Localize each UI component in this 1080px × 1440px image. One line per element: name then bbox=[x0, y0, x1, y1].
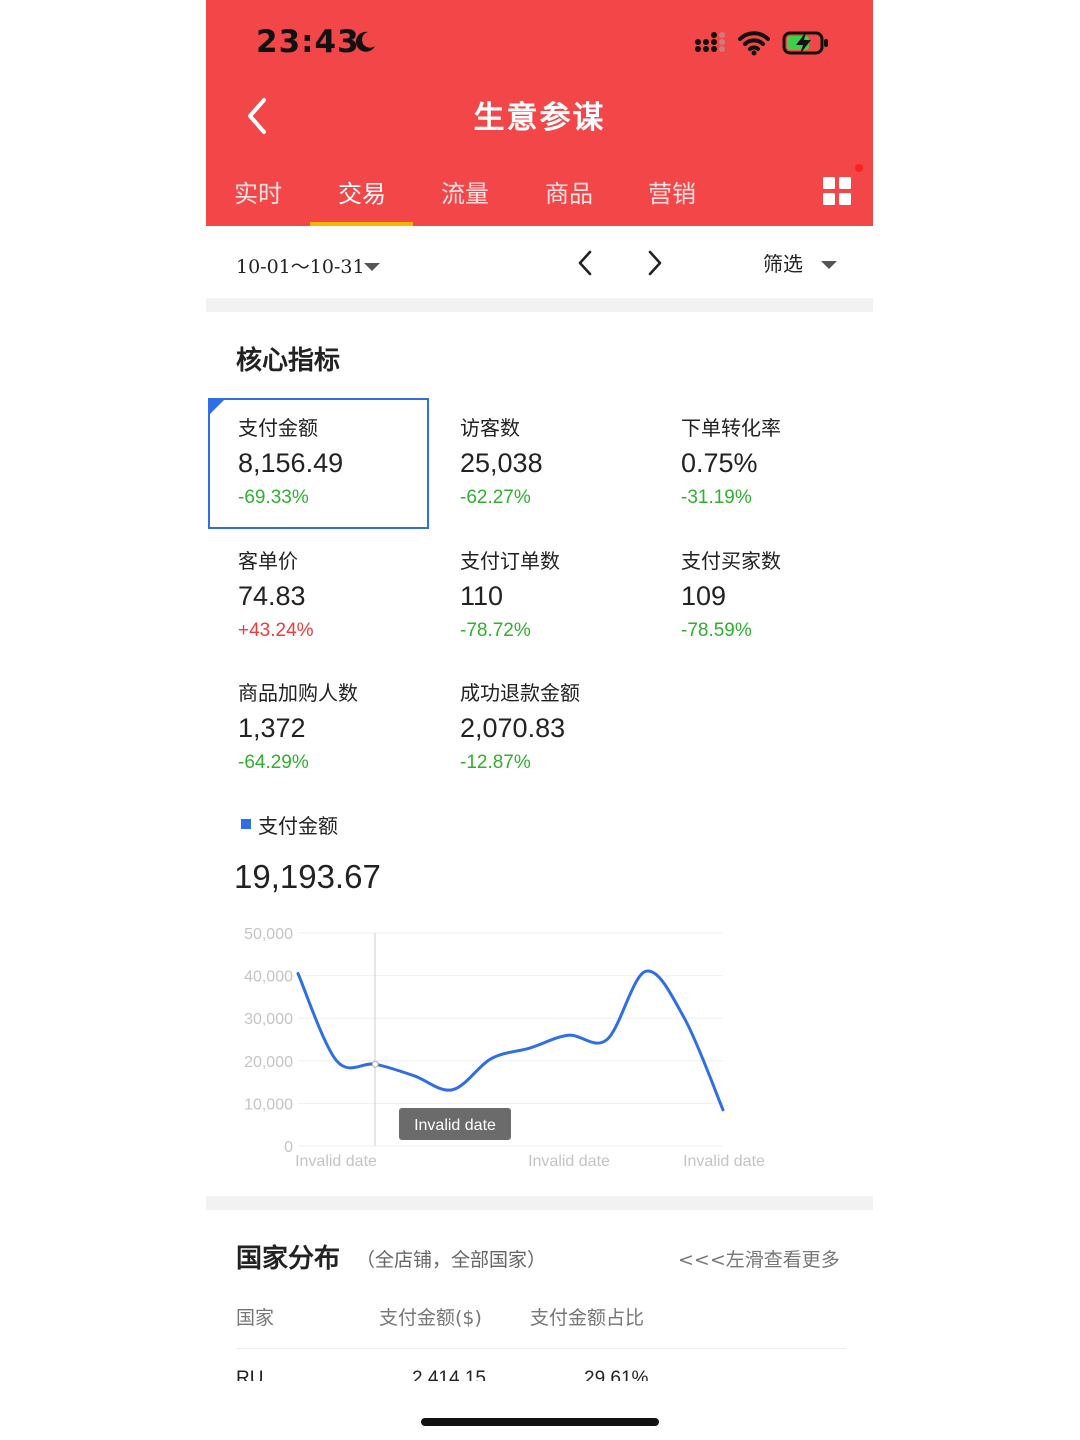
metric-label: 客单价 bbox=[238, 549, 298, 573]
signal-icon bbox=[695, 32, 725, 52]
metric-label: 支付金额 bbox=[238, 416, 318, 440]
page-title: 生意参谋 bbox=[473, 100, 606, 136]
data-point bbox=[490, 1058, 492, 1060]
swipe-more-hint[interactable]: <<<左滑查看更多 bbox=[678, 1245, 840, 1272]
metric-value: 25,038 bbox=[460, 448, 543, 478]
data-point bbox=[606, 1039, 608, 1040]
metric-value: 2,070.83 bbox=[460, 713, 566, 743]
metric-change: -78.59% bbox=[681, 620, 752, 641]
metric-card[interactable]: 支付订单数 110 -78.72% bbox=[460, 546, 670, 646]
x-tick-label: Invalid date bbox=[528, 1153, 610, 1170]
metric-change: -12.87% bbox=[460, 752, 531, 773]
date-filter-bar: 10-01～10-31 筛选 bbox=[206, 226, 873, 298]
metric-value: 0.75% bbox=[681, 448, 758, 478]
data-point bbox=[413, 1075, 415, 1077]
payment-line-chart[interactable]: 0 10,000 20,000 30,000 40,000 50,000 Invalid d… bbox=[206, 915, 873, 1185]
section-divider bbox=[206, 298, 873, 312]
metric-value: 109 bbox=[681, 581, 727, 611]
column-header-amount: 支付金额($) bbox=[379, 1307, 482, 1329]
selected-corner-mark bbox=[208, 398, 226, 416]
wifi-icon bbox=[738, 31, 770, 56]
y-tick-label: 50,000 bbox=[244, 926, 293, 943]
metric-label: 支付买家数 bbox=[681, 549, 781, 573]
data-point bbox=[371, 1060, 379, 1068]
tab-marketing[interactable]: 营销 bbox=[620, 174, 724, 209]
tooltip-text: Invalid date bbox=[414, 1117, 496, 1134]
metric-label: 成功退款金额 bbox=[460, 681, 580, 705]
metric-change: -62.27% bbox=[460, 487, 531, 508]
moon-icon bbox=[355, 31, 375, 52]
legend-label: 支付金额 bbox=[258, 814, 338, 838]
phone-screen: 23:43 生意参谋 实时 交易 流量 商品 营销 10-01～10-31 筛选… bbox=[206, 0, 873, 1440]
x-tick-label: Invalid date bbox=[683, 1153, 765, 1170]
filter-button[interactable]: 筛选 bbox=[763, 248, 803, 277]
chart-total-value: 19,193.67 bbox=[234, 858, 381, 895]
data-point bbox=[336, 1060, 338, 1062]
column-header-share: 支付金额占比 bbox=[530, 1307, 645, 1329]
core-metrics-title: 核心指标 bbox=[236, 346, 341, 376]
metric-label: 访客数 bbox=[460, 416, 520, 440]
prev-period-icon[interactable] bbox=[577, 250, 593, 276]
y-tick-label: 0 bbox=[284, 1139, 293, 1156]
y-tick-label: 10,000 bbox=[244, 1096, 293, 1113]
data-point bbox=[297, 972, 299, 974]
metric-card[interactable]: 支付买家数 109 -78.59% bbox=[681, 546, 891, 646]
notification-dot bbox=[855, 164, 863, 172]
column-header-country: 国家 bbox=[236, 1307, 275, 1329]
grid-menu-icon[interactable] bbox=[822, 176, 852, 206]
metric-change: -64.29% bbox=[238, 752, 309, 773]
tab-product[interactable]: 商品 bbox=[517, 174, 621, 209]
data-point bbox=[683, 1017, 685, 1019]
metric-value: 74.83 bbox=[238, 581, 306, 611]
metric-change: -31.19% bbox=[681, 487, 752, 508]
caret-down-icon[interactable] bbox=[820, 260, 838, 270]
metric-label: 下单转化率 bbox=[681, 416, 781, 440]
metric-card[interactable]: 访客数 25,038 -62.27% bbox=[460, 413, 670, 513]
country-subtitle: （全店铺，全部国家） bbox=[356, 1249, 547, 1271]
metric-change: +43.24% bbox=[238, 620, 314, 641]
legend-swatch bbox=[241, 819, 251, 829]
caret-down-icon[interactable] bbox=[363, 262, 381, 272]
data-point bbox=[529, 1047, 531, 1049]
tab-realtime[interactable]: 实时 bbox=[206, 174, 310, 209]
y-tick-label: 40,000 bbox=[244, 969, 293, 986]
country-title: 国家分布 bbox=[236, 1244, 341, 1274]
scroll-clip bbox=[206, 1381, 873, 1440]
tab-bar: 实时 交易 流量 商品 营销 bbox=[206, 160, 873, 226]
series-line bbox=[296, 969, 725, 1112]
metric-card[interactable]: 成功退款金额 2,070.83 -12.87% bbox=[460, 678, 670, 778]
metric-value: 8,156.49 bbox=[238, 448, 344, 478]
data-point bbox=[645, 970, 647, 972]
home-indicator[interactable] bbox=[421, 1418, 659, 1426]
metric-label: 支付订单数 bbox=[460, 549, 560, 573]
metric-card[interactable]: 下单转化率 0.75% -31.19% bbox=[681, 413, 891, 513]
next-period-icon[interactable] bbox=[647, 250, 663, 276]
metric-card[interactable]: 支付金额 8,156.49 -69.33% bbox=[238, 413, 448, 513]
data-point bbox=[722, 1109, 724, 1111]
table-divider bbox=[236, 1348, 846, 1349]
date-range-selector[interactable]: 10-01～10-31 bbox=[236, 252, 365, 279]
metric-value: 1,372 bbox=[238, 713, 306, 743]
metric-card[interactable]: 商品加购人数 1,372 -64.29% bbox=[238, 678, 448, 778]
x-tick-label: Invalid date bbox=[295, 1153, 377, 1170]
metric-value: 110 bbox=[460, 581, 504, 611]
status-time: 23:43 bbox=[256, 24, 360, 60]
metric-change: -69.33% bbox=[238, 487, 309, 508]
metric-label: 商品加购人数 bbox=[238, 681, 358, 705]
section-divider bbox=[206, 1196, 873, 1210]
metric-card[interactable]: 客单价 74.83 +43.24% bbox=[238, 546, 448, 646]
metric-change: -78.72% bbox=[460, 620, 531, 641]
data-point bbox=[452, 1089, 454, 1091]
app-header: 23:43 生意参谋 实时 交易 流量 商品 营销 bbox=[206, 0, 873, 226]
y-tick-label: 30,000 bbox=[244, 1011, 293, 1028]
tab-traffic[interactable]: 流量 bbox=[413, 174, 517, 209]
battery-icon bbox=[782, 31, 828, 55]
y-tick-label: 20,000 bbox=[244, 1054, 293, 1071]
tab-transaction[interactable]: 交易 bbox=[310, 174, 414, 209]
data-point bbox=[567, 1034, 569, 1036]
